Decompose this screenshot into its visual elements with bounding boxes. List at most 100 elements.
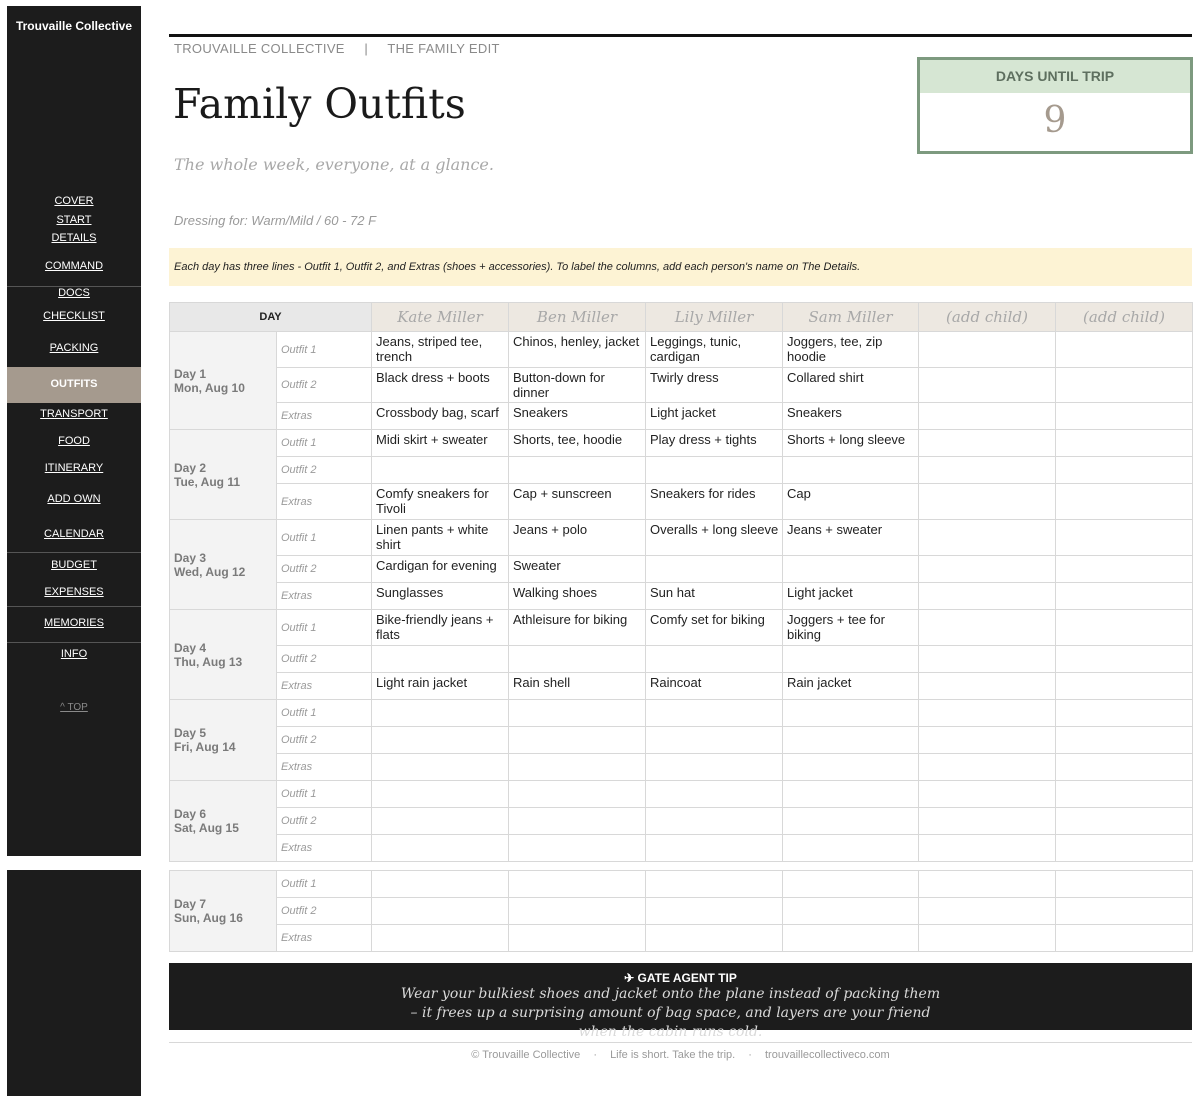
outfit-cell[interactable] — [918, 870, 1056, 898]
outfit-cell[interactable] — [508, 753, 646, 781]
outfit-cell[interactable] — [1055, 402, 1193, 430]
outfit-cell[interactable] — [645, 645, 783, 673]
outfit-cell[interactable] — [918, 609, 1056, 646]
outfit-cell[interactable] — [918, 726, 1056, 754]
outfit-cell[interactable] — [1055, 367, 1193, 403]
outfit-cell[interactable] — [1055, 726, 1193, 754]
outfit-cell[interactable] — [1055, 897, 1193, 925]
nav-cover[interactable]: COVER — [7, 195, 141, 207]
outfit-cell[interactable] — [918, 780, 1056, 808]
outfit-cell[interactable] — [645, 555, 783, 583]
outfit-cell[interactable] — [508, 924, 646, 952]
outfit-cell[interactable] — [371, 807, 509, 835]
outfit-cell[interactable] — [782, 699, 919, 727]
outfit-cell[interactable] — [918, 924, 1056, 952]
outfit-cell[interactable] — [508, 780, 646, 808]
outfit-cell[interactable] — [1055, 924, 1193, 952]
outfit-cell[interactable] — [918, 483, 1056, 520]
outfit-cell[interactable] — [508, 897, 646, 925]
outfit-cell[interactable] — [371, 834, 509, 862]
outfit-cell[interactable]: Crossbody bag, scarf — [371, 402, 509, 430]
nav-itinerary[interactable]: ITINERARY — [7, 462, 141, 474]
outfit-cell[interactable]: Bike-friendly jeans + flats — [371, 609, 509, 646]
outfit-cell[interactable]: Chinos, henley, jacket — [508, 331, 646, 368]
nav-calendar[interactable]: CALENDAR — [7, 528, 141, 540]
outfit-cell[interactable]: Light jacket — [645, 402, 783, 430]
outfit-cell[interactable]: Jeans + sweater — [782, 519, 919, 556]
outfit-cell[interactable] — [782, 924, 919, 952]
outfit-cell[interactable] — [1055, 483, 1193, 520]
outfit-cell[interactable] — [371, 699, 509, 727]
outfit-cell[interactable] — [918, 519, 1056, 556]
outfit-cell[interactable] — [782, 645, 919, 673]
outfit-cell[interactable] — [1055, 456, 1193, 484]
nav-add-own[interactable]: ADD OWN — [7, 493, 141, 505]
nav-food[interactable]: FOOD — [7, 435, 141, 447]
outfit-cell[interactable] — [371, 456, 509, 484]
nav-transport[interactable]: TRANSPORT — [7, 408, 141, 420]
outfit-cell[interactable]: Twirly dress — [645, 367, 783, 403]
outfit-cell[interactable] — [645, 699, 783, 727]
outfit-cell[interactable]: Linen pants + white shirt — [371, 519, 509, 556]
outfit-cell[interactable]: Rain jacket — [782, 672, 919, 700]
outfit-cell[interactable] — [508, 726, 646, 754]
outfit-cell[interactable] — [782, 807, 919, 835]
outfit-cell[interactable]: Midi skirt + sweater — [371, 429, 509, 457]
nav-budget[interactable]: BUDGET — [7, 559, 141, 571]
outfit-cell[interactable]: Joggers + tee for biking — [782, 609, 919, 646]
outfit-cell[interactable] — [1055, 645, 1193, 673]
outfit-cell[interactable] — [645, 726, 783, 754]
outfit-cell[interactable] — [918, 699, 1056, 727]
outfit-cell[interactable]: Sunglasses — [371, 582, 509, 610]
outfit-cell[interactable]: Sneakers — [782, 402, 919, 430]
outfit-cell[interactable] — [918, 753, 1056, 781]
outfit-cell[interactable] — [782, 456, 919, 484]
outfit-cell[interactable] — [918, 672, 1056, 700]
outfit-cell[interactable] — [508, 834, 646, 862]
outfit-cell[interactable] — [1055, 780, 1193, 808]
outfit-cell[interactable]: Jeans, striped tee, trench — [371, 331, 509, 368]
footer-url[interactable]: trouvaillecollectiveco.com — [765, 1049, 890, 1061]
outfit-cell[interactable] — [918, 367, 1056, 403]
outfit-cell[interactable] — [918, 582, 1056, 610]
outfit-cell[interactable]: Cardigan for evening — [371, 555, 509, 583]
nav-command[interactable]: COMMAND — [7, 260, 141, 272]
outfit-cell[interactable]: Jeans + polo — [508, 519, 646, 556]
outfit-cell[interactable] — [1055, 429, 1193, 457]
outfit-cell[interactable] — [371, 753, 509, 781]
nav-details[interactable]: DETAILS — [7, 232, 141, 244]
outfit-cell[interactable]: Comfy sneakers for Tivoli — [371, 483, 509, 520]
outfit-cell[interactable] — [645, 897, 783, 925]
outfit-cell[interactable] — [645, 753, 783, 781]
outfit-cell[interactable]: Collared shirt — [782, 367, 919, 403]
outfit-cell[interactable] — [371, 924, 509, 952]
outfit-cell[interactable] — [1055, 331, 1193, 368]
nav-info[interactable]: INFO — [7, 648, 141, 660]
outfit-cell[interactable] — [918, 555, 1056, 583]
outfit-cell[interactable]: Overalls + long sleeve — [645, 519, 783, 556]
outfit-cell[interactable] — [1055, 807, 1193, 835]
outfit-cell[interactable]: Cap — [782, 483, 919, 520]
nav-outfits-active[interactable]: OUTFITS — [7, 367, 141, 403]
outfit-cell[interactable] — [918, 834, 1056, 862]
outfit-cell[interactable] — [508, 870, 646, 898]
outfit-cell[interactable] — [782, 753, 919, 781]
outfit-cell[interactable] — [782, 726, 919, 754]
outfit-cell[interactable] — [371, 645, 509, 673]
outfit-cell[interactable] — [782, 870, 919, 898]
outfit-cell[interactable] — [645, 870, 783, 898]
nav-docs[interactable]: DOCS — [7, 287, 141, 299]
outfit-cell[interactable] — [508, 645, 646, 673]
outfit-cell[interactable] — [371, 780, 509, 808]
outfit-cell[interactable]: Button-down for dinner — [508, 367, 646, 403]
outfit-cell[interactable] — [782, 834, 919, 862]
outfit-cell[interactable]: Joggers, tee, zip hoodie — [782, 331, 919, 368]
back-to-top-link[interactable]: ^ TOP — [7, 702, 141, 713]
outfit-cell[interactable] — [1055, 672, 1193, 700]
outfit-cell[interactable] — [371, 726, 509, 754]
outfit-cell[interactable]: Sun hat — [645, 582, 783, 610]
outfit-cell[interactable] — [1055, 609, 1193, 646]
outfit-cell[interactable]: Light jacket — [782, 582, 919, 610]
outfit-cell[interactable] — [508, 807, 646, 835]
outfit-cell[interactable] — [1055, 834, 1193, 862]
